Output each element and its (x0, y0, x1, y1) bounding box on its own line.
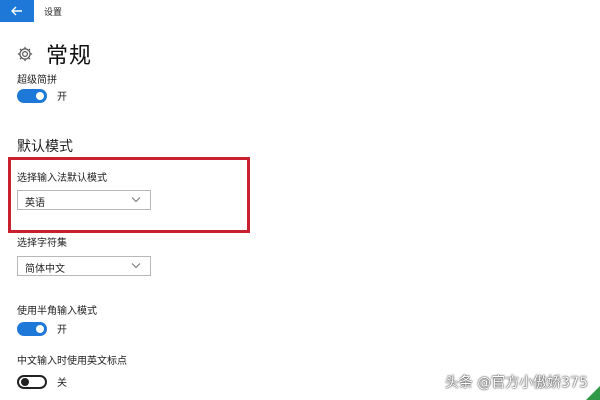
fuzzy-pinyin-setting: 开 (17, 88, 67, 103)
back-button[interactable] (0, 0, 34, 22)
highlight-box (8, 157, 250, 233)
english-punct-state: 关 (57, 378, 67, 389)
english-punct-toggle[interactable] (17, 374, 47, 389)
window-title: 设置 (44, 8, 63, 18)
chevron-down-icon (131, 263, 141, 269)
fuzzy-pinyin-label: 超级简拼 (17, 75, 57, 86)
half-width-state: 开 (57, 325, 67, 336)
gear-icon (17, 46, 33, 62)
title-bar: 设置 (0, 0, 600, 22)
corner-decoration (586, 386, 600, 400)
toggle-knob (36, 324, 44, 333)
section-title-default-mode: 默认模式 (17, 139, 73, 155)
back-arrow-icon (11, 6, 22, 16)
english-punct-setting: 关 (17, 374, 67, 389)
toggle-knob (21, 377, 29, 386)
charset-dropdown[interactable]: 简体中文 (17, 256, 151, 276)
fuzzy-pinyin-state: 开 (57, 92, 67, 103)
half-width-toggle[interactable] (17, 321, 47, 336)
toggle-knob (36, 91, 44, 100)
charset-label: 选择字符集 (17, 238, 67, 249)
fuzzy-pinyin-toggle[interactable] (17, 88, 47, 103)
half-width-label: 使用半角输入模式 (17, 306, 97, 317)
charset-value: 简体中文 (25, 264, 65, 275)
page-heading: 常规 (16, 38, 92, 70)
half-width-setting: 开 (17, 321, 67, 336)
watermark: 头条 @官方小傲娇375 (444, 375, 588, 391)
english-punct-label: 中文输入时使用英文标点 (17, 356, 127, 367)
page-title: 常规 (46, 44, 93, 69)
